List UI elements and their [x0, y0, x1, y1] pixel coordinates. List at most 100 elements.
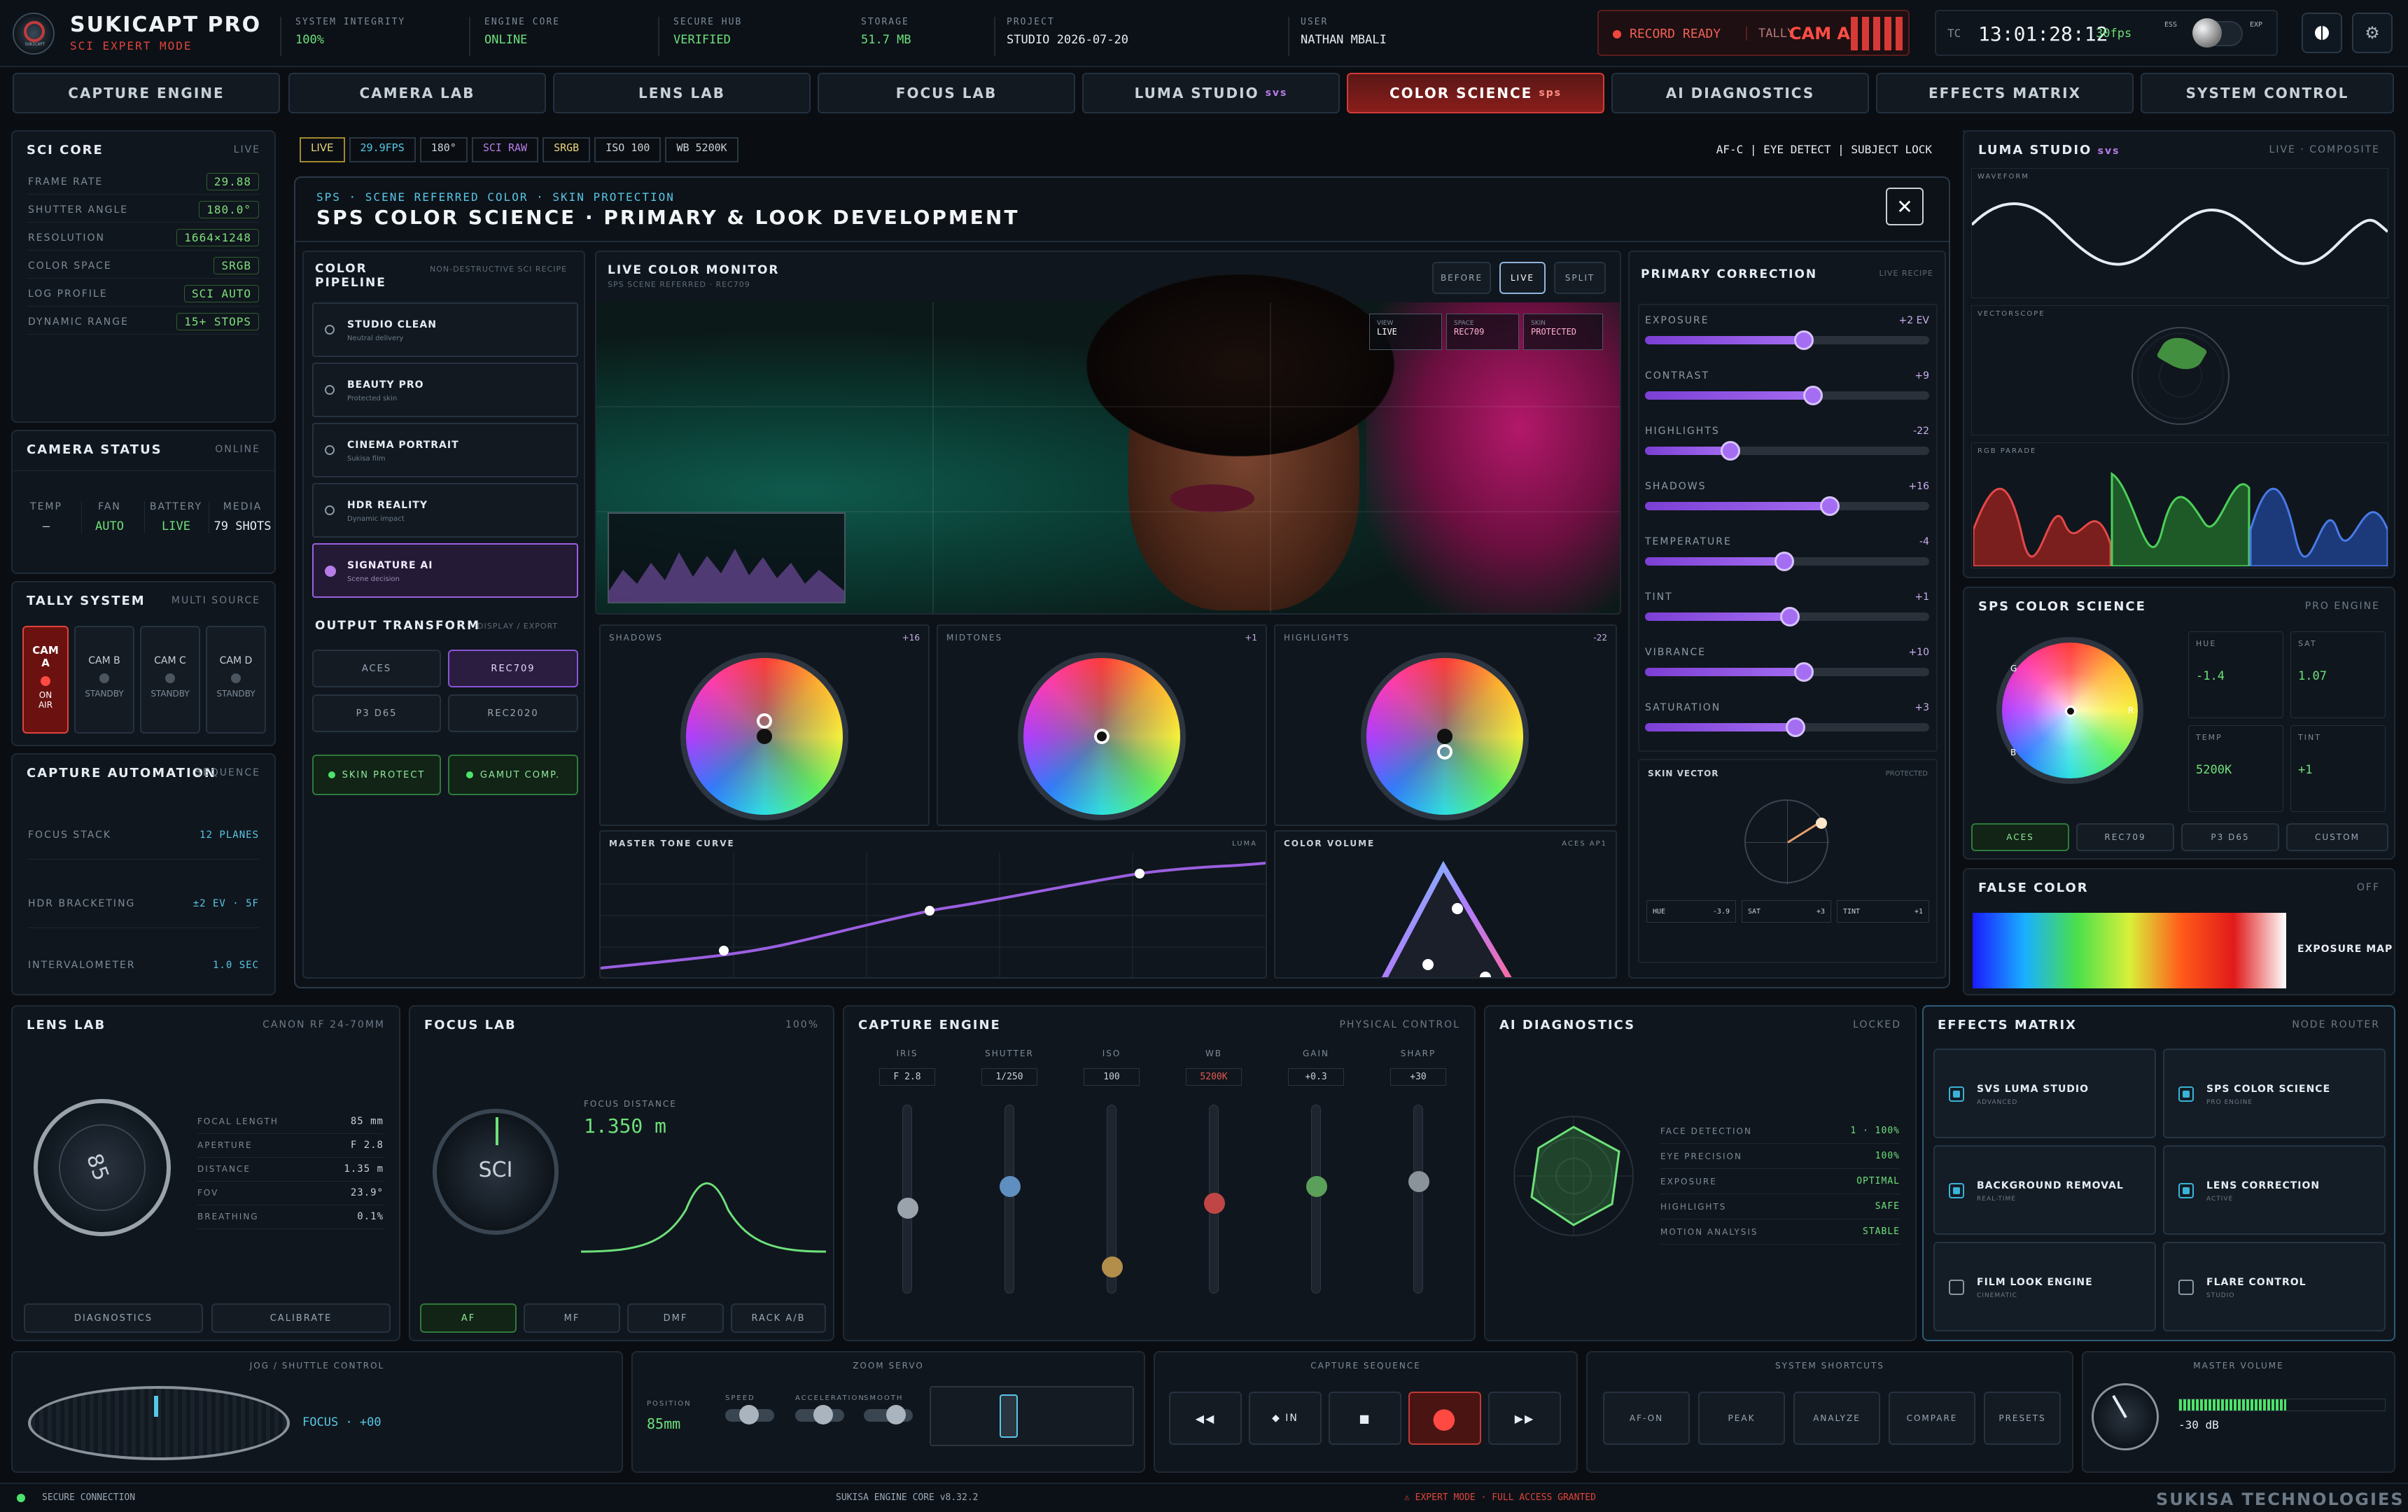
fader-shutter[interactable]: SHUTTER 1/250	[974, 1049, 1044, 1294]
tab-effects-matrix[interactable]: EFFECTS MATRIX	[1876, 73, 2134, 113]
tab-ai-diagnostics[interactable]: AI DIAGNOSTICS	[1611, 73, 1869, 113]
focus-rack-button[interactable]: RACK A/B	[731, 1303, 826, 1333]
output-p3-d65[interactable]: P3 D65	[312, 694, 441, 732]
seq-forward-button[interactable]: ▶▶	[1488, 1392, 1561, 1445]
slider-contrast[interactable]: CONTRAST +9	[1645, 370, 1929, 412]
fx-sps-color-science[interactable]: SPS COLOR SCIENCE PRO ENGINE	[2163, 1049, 2386, 1138]
tab-camera-lab[interactable]: CAMERA LAB	[288, 73, 546, 113]
gamut-comp-toggle[interactable]: GAMUT COMP.	[448, 755, 578, 795]
tab-luma-studio[interactable]: LUMA STUDIO SVS	[1082, 73, 1340, 113]
midtones-color-wheel[interactable]	[1018, 652, 1186, 820]
monitor-live-button[interactable]: LIVE	[1499, 262, 1546, 294]
slider-tint[interactable]: TINT +1	[1645, 592, 1929, 634]
modal-title: SPS COLOR SCIENCE · PRIMARY & LOOK DEVEL…	[316, 206, 1020, 229]
slider-saturation[interactable]: SATURATION +3	[1645, 702, 1929, 744]
slider-shadows[interactable]: SHADOWS +16	[1645, 481, 1929, 523]
record-ready-indicator[interactable]: RECORD READY TALLY CAM A	[1597, 10, 1910, 56]
output-rec2020[interactable]: REC2020	[448, 694, 578, 732]
sps-aces-button[interactable]: ACES	[1971, 823, 2069, 851]
user-readout: USER NATHAN MBALI	[1288, 17, 1387, 56]
pipeline-item-beauty-pro[interactable]: BEAUTY PRO Protected skin	[312, 363, 578, 417]
zoom-smooth-toggle[interactable]: SMOOTH	[864, 1394, 913, 1424]
shortcut-peak[interactable]: PEAK	[1698, 1392, 1785, 1445]
fx-film-look-engine[interactable]: FILM LOOK ENGINE CINEMATIC	[1933, 1242, 2156, 1331]
sps-p3-button[interactable]: P3 D65	[2181, 823, 2279, 851]
lens-diagnostics-button[interactable]: DIAGNOSTICS	[24, 1303, 203, 1333]
footer-expert: ⚠ EXPERT MODE · FULL ACCESS GRANTED	[1404, 1492, 1596, 1503]
ess-exp-toggle[interactable]	[2192, 18, 2243, 48]
highlights-color-wheel[interactable]	[1361, 652, 1529, 820]
focus-mf-button[interactable]: MF	[524, 1303, 620, 1333]
fader-iso[interactable]: ISO 100	[1077, 1049, 1147, 1294]
fader-sharp[interactable]: SHARP +30	[1383, 1049, 1453, 1294]
sps-stat-hue: HUE -1.4	[2188, 631, 2283, 718]
monitor-before-button[interactable]: BEFORE	[1432, 262, 1491, 294]
seq-rewind-button[interactable]: ◀◀	[1169, 1392, 1242, 1445]
fx-svs-luma-studio[interactable]: SVS LUMA STUDIO ADVANCED	[1933, 1049, 2156, 1138]
slider-highlights[interactable]: HIGHLIGHTS -22	[1645, 426, 1929, 468]
fader-iris[interactable]: IRIS F 2.8	[872, 1049, 942, 1294]
pipeline-item-hdr-reality[interactable]: HDR REALITY Dynamic impact	[312, 483, 578, 538]
slider-exposure[interactable]: EXPOSURE +2 EV	[1645, 315, 1929, 357]
shortcut-compare[interactable]: COMPARE	[1889, 1392, 1975, 1445]
sps-color-wheel[interactable]: G R B	[1996, 637, 2143, 784]
pipeline-item-cinema-portrait[interactable]: CINEMA PORTRAIT Sukisa film	[312, 423, 578, 477]
tone-curve-graph[interactable]	[601, 853, 1266, 979]
tab-system-control[interactable]: SYSTEM CONTROL	[2141, 73, 2394, 113]
fx-flare-control[interactable]: FLARE CONTROL STUDIO	[2163, 1242, 2386, 1331]
live-color-monitor: LIVE COLOR MONITOR SPS SCENE REFERRED · …	[595, 251, 1621, 615]
tally-cam-c[interactable]: CAM C STANDBY	[140, 626, 200, 734]
shadows-color-wheel[interactable]	[680, 652, 848, 820]
tally-cam-b[interactable]: CAM B STANDBY	[74, 626, 134, 734]
lens-dial[interactable]: 85	[34, 1099, 171, 1236]
output-rec709[interactable]: REC709	[448, 650, 578, 687]
fader-gain[interactable]: GAIN +0.3	[1281, 1049, 1351, 1294]
vectorscope: VECTORSCOPE	[1971, 305, 2388, 435]
fx-lens-correction[interactable]: LENS CORRECTION ACTIVE	[2163, 1145, 2386, 1235]
fader-wb[interactable]: WB 5200K	[1179, 1049, 1249, 1294]
master-volume-panel: MASTER VOLUME -30 dB	[2082, 1351, 2395, 1473]
focus-dial[interactable]: SCI	[433, 1109, 559, 1235]
tab-focus-lab[interactable]: FOCUS LAB	[818, 73, 1075, 113]
modal-close-button[interactable]: ✕	[1886, 188, 1924, 225]
shortcut-af-on[interactable]: AF-ON	[1603, 1392, 1690, 1445]
volume-knob[interactable]	[2092, 1383, 2159, 1450]
monitor-split-button[interactable]: SPLIT	[1554, 262, 1606, 294]
pipeline-item-studio-clean[interactable]: STUDIO CLEAN Neutral delivery	[312, 302, 578, 357]
shortcut-analyze[interactable]: ANALYZE	[1793, 1392, 1880, 1445]
sps-custom-button[interactable]: CUSTOM	[2286, 823, 2388, 851]
focus-dmf-button[interactable]: DMF	[627, 1303, 724, 1333]
zoom-slider[interactable]	[930, 1386, 1134, 1446]
fx-background-removal[interactable]: BACKGROUND REMOVAL REAL-TIME	[1933, 1145, 2156, 1235]
sps-rec709-button[interactable]: REC709	[2076, 823, 2174, 851]
seq-stop-button[interactable]: ■	[1329, 1392, 1401, 1445]
storage-readout: STORAGE 51.7 MB	[861, 17, 911, 47]
false-color-gradient	[1973, 913, 2286, 988]
top-bar: SUKICAPT SUKICAPT PRO SCI EXPERT MODE SY…	[0, 0, 2408, 67]
slider-temperature[interactable]: TEMPERATURE -4	[1645, 536, 1929, 578]
tab-lens-lab[interactable]: LENS LAB	[553, 73, 811, 113]
settings-button[interactable]: ⚙	[2352, 13, 2393, 53]
seq-record-button[interactable]: ●	[1408, 1392, 1481, 1445]
capture-sequence-panel: CAPTURE SEQUENCE ◀◀ ◆ IN ■ ● ▶▶	[1154, 1351, 1578, 1473]
system-shortcuts-panel: SYSTEM SHORTCUTS AF-ON PEAK ANALYZE COMP…	[1586, 1351, 2073, 1473]
output-aces[interactable]: ACES	[312, 650, 441, 687]
pipeline-item-signature-ai[interactable]: SIGNATURE AI Scene decision	[312, 543, 578, 598]
skin-protect-toggle[interactable]: SKIN PROTECT	[312, 755, 441, 795]
ai-radar-chart	[1513, 1116, 1634, 1236]
tab-color-science[interactable]: COLOR SCIENCE SPS	[1347, 73, 1604, 113]
zoom-acceleration-toggle[interactable]: ACCELERATION	[795, 1394, 865, 1424]
effects-matrix-panel: EFFECTS MATRIX NODE ROUTER SVS LUMA STUD…	[1922, 1005, 2395, 1341]
seq-in-button[interactable]: ◆ IN	[1249, 1392, 1322, 1445]
jog-wheel[interactable]	[28, 1386, 290, 1460]
view-toggle-button[interactable]	[2302, 13, 2342, 53]
tally-cam-d[interactable]: CAM D STANDBY	[206, 626, 266, 734]
shortcut-presets[interactable]: PRESETS	[1984, 1392, 2061, 1445]
tab-capture-engine[interactable]: CAPTURE ENGINE	[13, 73, 280, 113]
tally-cam-a[interactable]: CAM A ON AIR	[22, 626, 69, 734]
zoom-speed-toggle[interactable]: SPEED	[725, 1394, 774, 1424]
capture-engine-panel: CAPTURE ENGINE PHYSICAL CONTROL IRIS F 2.…	[843, 1005, 1476, 1341]
focus-af-button[interactable]: AF	[420, 1303, 517, 1333]
slider-vibrance[interactable]: VIBRANCE +10	[1645, 647, 1929, 689]
lens-calibrate-button[interactable]: CALIBRATE	[211, 1303, 391, 1333]
